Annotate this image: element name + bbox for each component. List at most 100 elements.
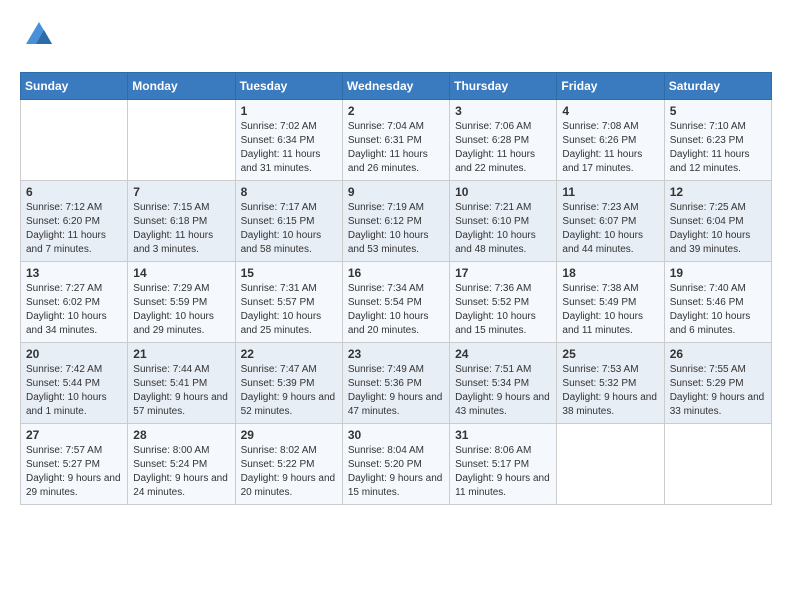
calendar-week-row: 27 Sunrise: 7:57 AM Sunset: 5:27 PM Dayli… [21,424,772,505]
day-info: Sunrise: 8:02 AM Sunset: 5:22 PM Dayligh… [241,444,337,500]
day-number: 16 [348,266,444,280]
day-number: 31 [455,428,551,442]
calendar-cell: 10Sunrise: 7:21 AM Sunset: 6:10 PM Dayli… [450,181,557,262]
calendar-cell: 7Sunrise: 7:15 AM Sunset: 6:18 PM Daylig… [128,181,235,262]
calendar-table: SundayMondayTuesdayWednesdayThursdayFrid… [20,72,772,505]
calendar-cell: 16 Sunrise: 7:34 AM Sunset: 5:54 PM Dayli… [342,262,449,343]
day-number: 25 [562,347,658,361]
day-info: Sunrise: 8:00 AM Sunset: 5:24 PM Dayligh… [133,444,229,500]
weekday-header-monday: Monday [128,73,235,100]
day-info: Sunrise: 7:12 AM Sunset: 6:20 PM Dayligh… [26,201,122,257]
day-info: Sunrise: 7:17 AM Sunset: 6:15 PM Dayligh… [241,201,337,257]
day-info: Sunrise: 7:44 AM Sunset: 5:41 PM Dayligh… [133,363,229,419]
day-number: 15 [241,266,337,280]
day-info: Sunrise: 7:02 AM Sunset: 6:34 PM Dayligh… [241,120,337,176]
calendar-cell: 2Sunrise: 7:04 AM Sunset: 6:31 PM Daylig… [342,100,449,181]
day-number: 11 [562,185,658,199]
calendar-week-row: 6 Sunrise: 7:12 AM Sunset: 6:20 PM Daylig… [21,181,772,262]
day-number: 21 [133,347,229,361]
calendar-cell: 22 Sunrise: 7:47 AM Sunset: 5:39 PM Dayli… [235,343,342,424]
calendar-cell: 9Sunrise: 7:19 AM Sunset: 6:12 PM Daylig… [342,181,449,262]
calendar-cell: 31 Sunrise: 8:06 AM Sunset: 5:17 PM Dayli… [450,424,557,505]
day-number: 19 [670,266,766,280]
day-number: 22 [241,347,337,361]
calendar-cell [128,100,235,181]
day-info: Sunrise: 7:38 AM Sunset: 5:49 PM Dayligh… [562,282,658,338]
day-info: Sunrise: 7:27 AM Sunset: 6:02 PM Dayligh… [26,282,122,338]
weekday-header-thursday: Thursday [450,73,557,100]
calendar-cell [557,424,664,505]
page-header [20,20,772,56]
day-number: 23 [348,347,444,361]
day-number: 7 [133,185,229,199]
day-info: Sunrise: 7:53 AM Sunset: 5:32 PM Dayligh… [562,363,658,419]
calendar-week-row: 13 Sunrise: 7:27 AM Sunset: 6:02 PM Dayli… [21,262,772,343]
calendar-cell: 30Sunrise: 8:04 AM Sunset: 5:20 PM Dayli… [342,424,449,505]
calendar-cell: 11 Sunrise: 7:23 AM Sunset: 6:07 PM Dayli… [557,181,664,262]
logo-icon [24,20,54,50]
calendar-cell [21,100,128,181]
calendar-cell: 19 Sunrise: 7:40 AM Sunset: 5:46 PM Dayli… [664,262,771,343]
day-info: Sunrise: 7:29 AM Sunset: 5:59 PM Dayligh… [133,282,229,338]
day-info: Sunrise: 8:04 AM Sunset: 5:20 PM Dayligh… [348,444,444,500]
calendar-cell: 24Sunrise: 7:51 AM Sunset: 5:34 PM Dayli… [450,343,557,424]
day-number: 13 [26,266,122,280]
day-info: Sunrise: 7:57 AM Sunset: 5:27 PM Dayligh… [26,444,122,500]
calendar-cell: 1 Sunrise: 7:02 AM Sunset: 6:34 PM Daylig… [235,100,342,181]
calendar-cell: 3Sunrise: 7:06 AM Sunset: 6:28 PM Daylig… [450,100,557,181]
calendar-cell: 23Sunrise: 7:49 AM Sunset: 5:36 PM Dayli… [342,343,449,424]
day-number: 17 [455,266,551,280]
day-number: 2 [348,104,444,118]
day-info: Sunrise: 7:31 AM Sunset: 5:57 PM Dayligh… [241,282,337,338]
day-info: Sunrise: 7:47 AM Sunset: 5:39 PM Dayligh… [241,363,337,419]
day-number: 18 [562,266,658,280]
weekday-header-tuesday: Tuesday [235,73,342,100]
day-info: Sunrise: 8:06 AM Sunset: 5:17 PM Dayligh… [455,444,551,500]
day-info: Sunrise: 7:06 AM Sunset: 6:28 PM Dayligh… [455,120,551,176]
day-info: Sunrise: 7:23 AM Sunset: 6:07 PM Dayligh… [562,201,658,257]
weekday-header-friday: Friday [557,73,664,100]
day-info: Sunrise: 7:08 AM Sunset: 6:26 PM Dayligh… [562,120,658,176]
calendar-cell: 21 Sunrise: 7:44 AM Sunset: 5:41 PM Dayli… [128,343,235,424]
day-info: Sunrise: 7:19 AM Sunset: 6:12 PM Dayligh… [348,201,444,257]
day-info: Sunrise: 7:25 AM Sunset: 6:04 PM Dayligh… [670,201,766,257]
day-number: 14 [133,266,229,280]
calendar-cell: 27 Sunrise: 7:57 AM Sunset: 5:27 PM Dayli… [21,424,128,505]
day-number: 4 [562,104,658,118]
calendar-cell: 29 Sunrise: 8:02 AM Sunset: 5:22 PM Dayli… [235,424,342,505]
day-number: 27 [26,428,122,442]
day-info: Sunrise: 7:21 AM Sunset: 6:10 PM Dayligh… [455,201,551,257]
weekday-header-saturday: Saturday [664,73,771,100]
day-number: 20 [26,347,122,361]
day-number: 28 [133,428,229,442]
calendar-header-row: SundayMondayTuesdayWednesdayThursdayFrid… [21,73,772,100]
day-info: Sunrise: 7:42 AM Sunset: 5:44 PM Dayligh… [26,363,122,419]
day-info: Sunrise: 7:55 AM Sunset: 5:29 PM Dayligh… [670,363,766,419]
day-info: Sunrise: 7:34 AM Sunset: 5:54 PM Dayligh… [348,282,444,338]
calendar-cell: 15 Sunrise: 7:31 AM Sunset: 5:57 PM Dayli… [235,262,342,343]
day-info: Sunrise: 7:51 AM Sunset: 5:34 PM Dayligh… [455,363,551,419]
day-number: 1 [241,104,337,118]
logo-text [20,20,54,56]
day-info: Sunrise: 7:10 AM Sunset: 6:23 PM Dayligh… [670,120,766,176]
calendar-week-row: 20 Sunrise: 7:42 AM Sunset: 5:44 PM Dayli… [21,343,772,424]
day-number: 29 [241,428,337,442]
day-info: Sunrise: 7:36 AM Sunset: 5:52 PM Dayligh… [455,282,551,338]
calendar-cell: 20 Sunrise: 7:42 AM Sunset: 5:44 PM Dayli… [21,343,128,424]
day-number: 12 [670,185,766,199]
logo [20,20,54,56]
calendar-week-row: 1 Sunrise: 7:02 AM Sunset: 6:34 PM Daylig… [21,100,772,181]
calendar-cell: 12 Sunrise: 7:25 AM Sunset: 6:04 PM Dayli… [664,181,771,262]
calendar-cell: 25 Sunrise: 7:53 AM Sunset: 5:32 PM Dayli… [557,343,664,424]
calendar-cell: 18 Sunrise: 7:38 AM Sunset: 5:49 PM Dayli… [557,262,664,343]
calendar-cell: 28 Sunrise: 8:00 AM Sunset: 5:24 PM Dayli… [128,424,235,505]
calendar-cell: 8Sunrise: 7:17 AM Sunset: 6:15 PM Daylig… [235,181,342,262]
day-number: 6 [26,185,122,199]
day-info: Sunrise: 7:40 AM Sunset: 5:46 PM Dayligh… [670,282,766,338]
day-number: 26 [670,347,766,361]
calendar-cell: 6 Sunrise: 7:12 AM Sunset: 6:20 PM Daylig… [21,181,128,262]
calendar-cell [664,424,771,505]
weekday-header-sunday: Sunday [21,73,128,100]
calendar-cell: 17 Sunrise: 7:36 AM Sunset: 5:52 PM Dayli… [450,262,557,343]
calendar-cell: 4 Sunrise: 7:08 AM Sunset: 6:26 PM Daylig… [557,100,664,181]
